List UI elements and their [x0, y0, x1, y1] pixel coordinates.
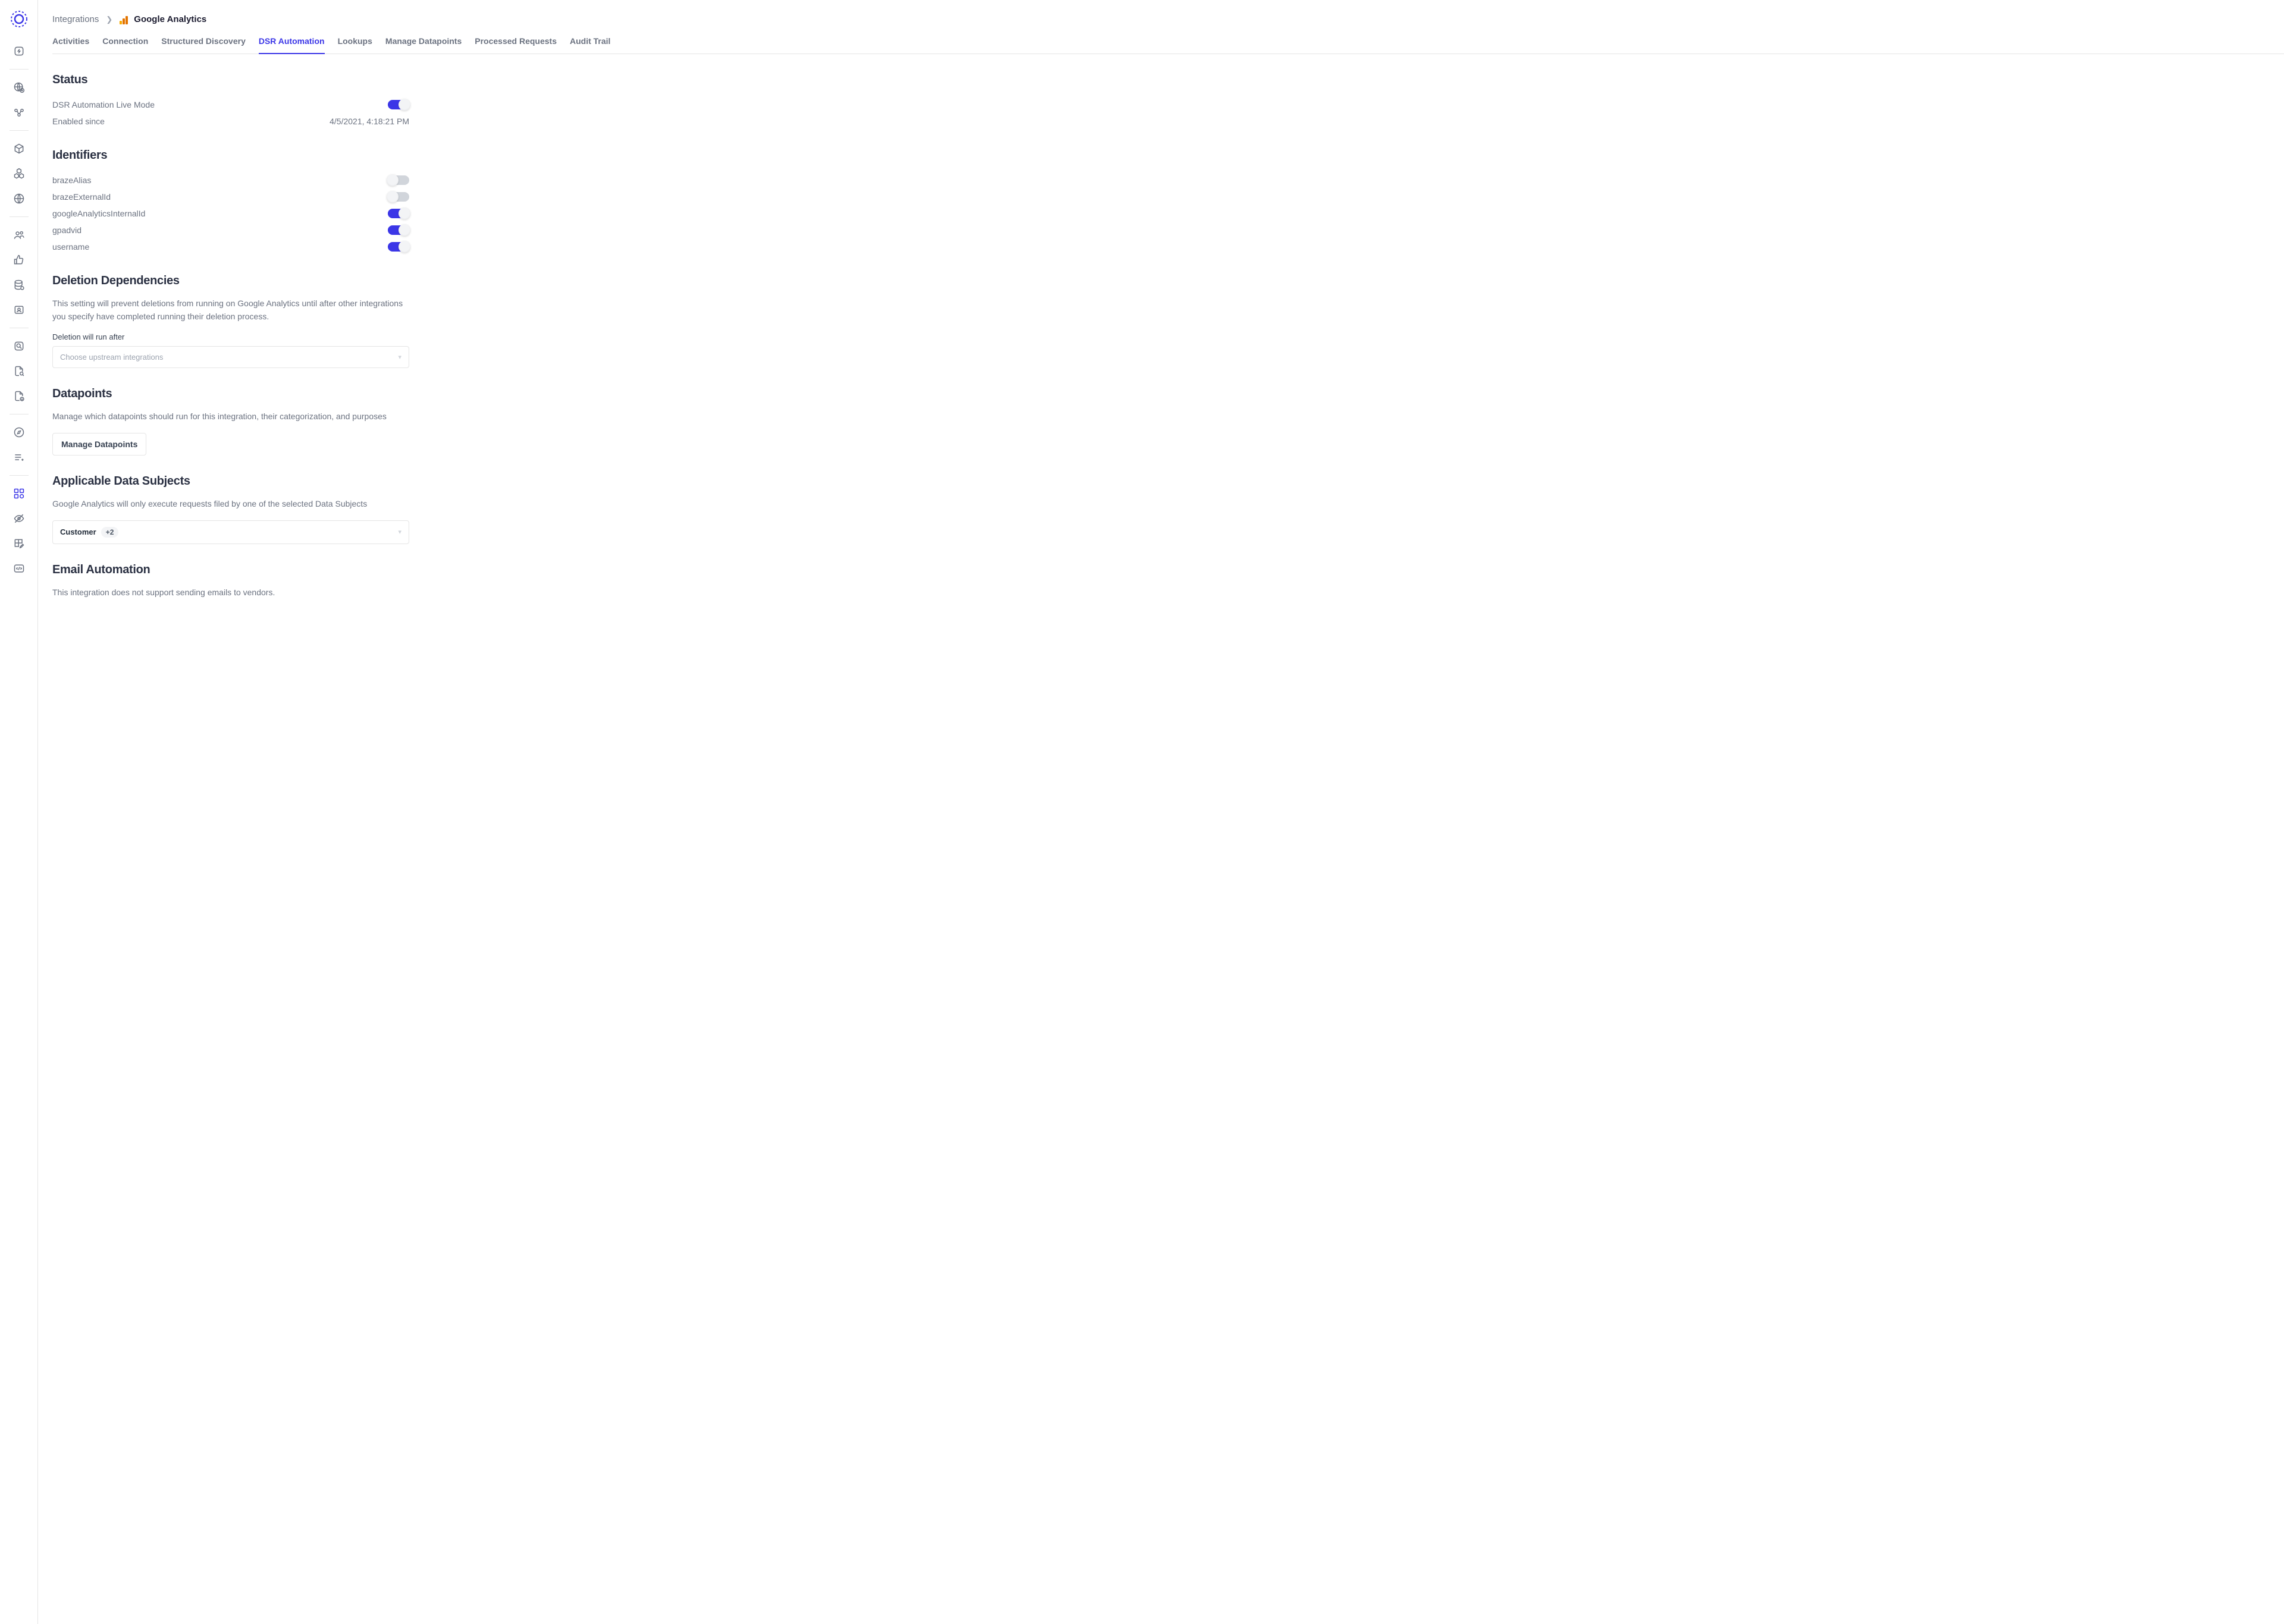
data-subjects-select[interactable]: Customer +2 ▾ [52, 520, 409, 544]
integrations-icon[interactable] [7, 482, 31, 505]
bolt-icon[interactable] [7, 39, 31, 63]
globe-icon[interactable] [7, 187, 31, 211]
upstream-integrations-select[interactable]: Choose upstream integrations ▾ [52, 346, 409, 368]
code-icon[interactable] [7, 557, 31, 580]
live-mode-label: DSR Automation Live Mode [52, 100, 155, 109]
tab-structured-discovery[interactable]: Structured Discovery [161, 36, 246, 54]
identifiers-section: Identifiers brazeAlias brazeExternalId goo… [52, 149, 409, 255]
identifiers-title: Identifiers [52, 149, 409, 162]
sidebar-divider [10, 130, 29, 131]
breadcrumb-current: Google Analytics [120, 14, 206, 24]
enabled-since-label: Enabled since [52, 117, 105, 126]
deletion-dependencies-section: Deletion Dependencies This setting will … [52, 274, 409, 368]
enabled-since-row: Enabled since 4/5/2021, 4:18:21 PM [52, 113, 409, 130]
identifier-toggle[interactable] [388, 242, 409, 252]
tab-dsr-automation[interactable]: DSR Automation [259, 36, 325, 54]
globe-plus-icon[interactable] [7, 76, 31, 99]
tab-manage-datapoints[interactable]: Manage Datapoints [385, 36, 462, 54]
list-settings-icon[interactable] [7, 445, 31, 469]
chevron-down-icon: ▾ [398, 528, 401, 536]
tab-audit-trail[interactable]: Audit Trail [570, 36, 610, 54]
tab-lookups[interactable]: Lookups [338, 36, 372, 54]
page-body: Status DSR Automation Live Mode Enabled … [52, 73, 409, 599]
live-mode-row: DSR Automation Live Mode [52, 96, 409, 113]
breadcrumb-parent[interactable]: Integrations [52, 14, 99, 24]
data-subject-chip: Customer [60, 527, 96, 536]
table-edit-icon[interactable] [7, 532, 31, 555]
chevron-right-icon: ❯ [106, 15, 112, 24]
identifier-label: gpadvid [52, 225, 81, 235]
tabs: Activities Connection Structured Discovery… [52, 36, 2284, 54]
manage-datapoints-button[interactable]: Manage Datapoints [52, 433, 146, 456]
identifier-row: googleAnalyticsInternalId [52, 205, 409, 222]
document-download-icon[interactable] [7, 384, 31, 408]
breadcrumb: Integrations ❯ Google Analytics [52, 14, 2284, 24]
id-card-icon[interactable] [7, 298, 31, 322]
google-analytics-icon [120, 15, 129, 24]
email-automation-description: This integration does not support sendin… [52, 586, 409, 599]
identifier-label: brazeExternalId [52, 192, 111, 202]
document-search-icon[interactable] [7, 359, 31, 383]
identifier-label: brazeAlias [52, 175, 91, 185]
nodes-icon[interactable] [7, 100, 31, 124]
deletion-dependencies-title: Deletion Dependencies [52, 274, 409, 288]
tab-activities[interactable]: Activities [52, 36, 89, 54]
cube-icon[interactable] [7, 137, 31, 161]
tab-processed-requests[interactable]: Processed Requests [475, 36, 557, 54]
thumbs-up-icon[interactable] [7, 248, 31, 272]
compass-icon[interactable] [7, 420, 31, 444]
eye-off-icon[interactable] [7, 507, 31, 530]
identifier-toggle[interactable] [388, 175, 409, 185]
identifier-toggle[interactable] [388, 209, 409, 218]
identifier-row: brazeAlias [52, 172, 409, 189]
chevron-down-icon: ▾ [398, 353, 401, 361]
datapoints-section: Datapoints Manage which datapoints shoul… [52, 387, 409, 456]
identifier-label: username [52, 242, 89, 252]
enabled-since-value: 4/5/2021, 4:18:21 PM [330, 117, 409, 126]
datapoints-title: Datapoints [52, 387, 409, 401]
identifier-toggle[interactable] [388, 225, 409, 235]
cubes-icon[interactable] [7, 162, 31, 186]
data-subject-more-count: +2 [101, 527, 119, 538]
data-subjects-description: Google Analytics will only execute reque… [52, 498, 409, 511]
live-mode-toggle[interactable] [388, 100, 409, 109]
search-icon[interactable] [7, 334, 31, 358]
tab-connection[interactable]: Connection [102, 36, 148, 54]
app-logo[interactable] [10, 10, 29, 29]
select-placeholder: Choose upstream integrations [60, 353, 163, 362]
database-icon[interactable] [7, 273, 31, 297]
deletion-dependencies-description: This setting will prevent deletions from… [52, 297, 409, 323]
sidebar-divider [10, 216, 29, 217]
status-section: Status DSR Automation Live Mode Enabled … [52, 73, 409, 130]
sidebar-divider [10, 69, 29, 70]
email-automation-title: Email Automation [52, 563, 409, 577]
identifier-row: username [52, 238, 409, 255]
identifier-row: gpadvid [52, 222, 409, 238]
datapoints-description: Manage which datapoints should run for t… [52, 410, 409, 423]
sidebar [0, 0, 38, 1624]
deletion-run-after-label: Deletion will run after [52, 332, 409, 341]
email-automation-section: Email Automation This integration does n… [52, 563, 409, 599]
identifier-toggle[interactable] [388, 192, 409, 202]
identifier-label: googleAnalyticsInternalId [52, 209, 145, 218]
data-subjects-section: Applicable Data Subjects Google Analytic… [52, 475, 409, 544]
main-content: Integrations ❯ Google Analytics Activiti… [38, 0, 2284, 1624]
data-subjects-title: Applicable Data Subjects [52, 475, 409, 488]
identifier-row: brazeExternalId [52, 189, 409, 205]
sidebar-divider [10, 475, 29, 476]
users-icon[interactable] [7, 223, 31, 247]
status-title: Status [52, 73, 409, 87]
